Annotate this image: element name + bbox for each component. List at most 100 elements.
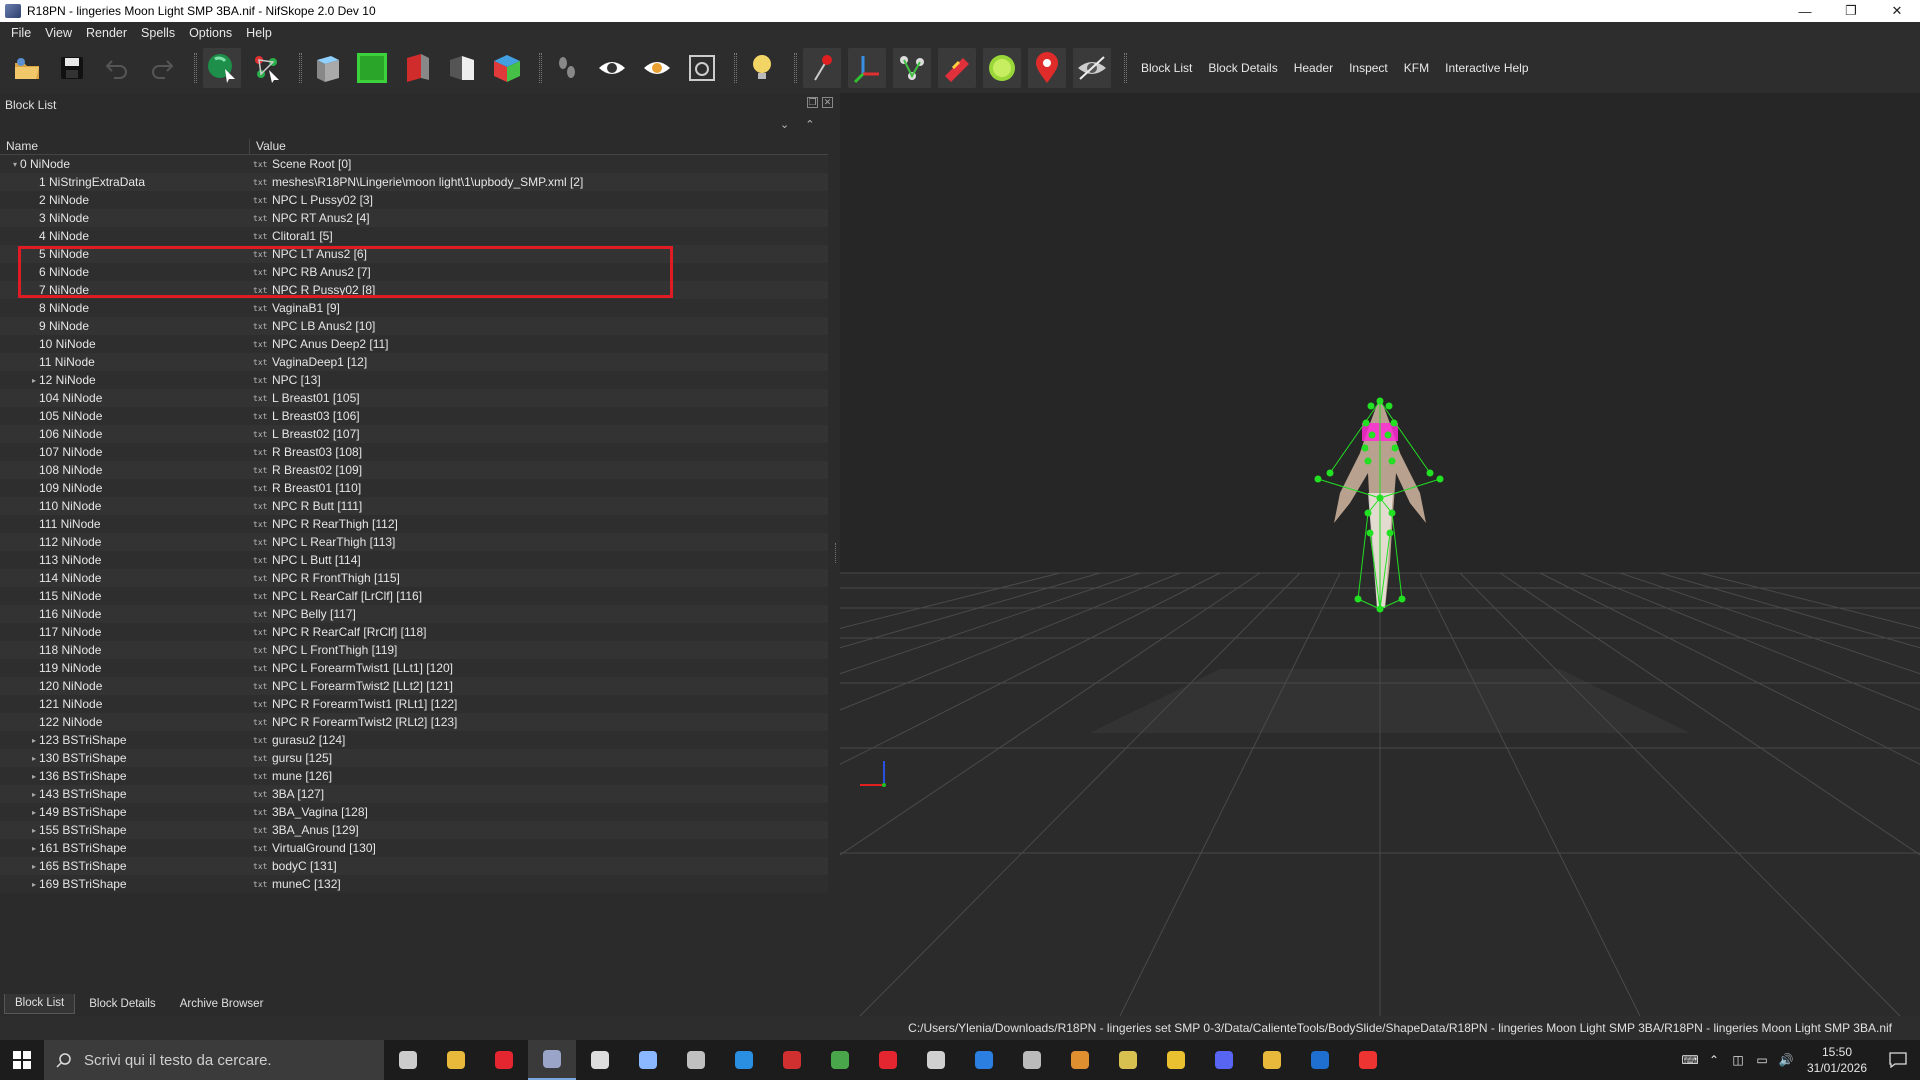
tree-row[interactable]: 120 NiNode txt NPC L ForearmTwist2 [LLt2] … — [0, 677, 828, 695]
tree-row[interactable]: 4 NiNode txt Clitoral1 [5] — [0, 227, 828, 245]
undo-icon[interactable] — [98, 48, 136, 88]
tree-row[interactable]: 1 NiStringExtraData txt meshes\R18PN\Linge… — [0, 173, 828, 191]
redo-icon[interactable] — [143, 48, 181, 88]
column-header-value[interactable]: Value — [250, 139, 828, 154]
expand-arrow-icon[interactable]: ▸ — [29, 880, 39, 889]
show-constraints-icon[interactable] — [938, 48, 976, 88]
column-header-name[interactable]: Name — [0, 139, 250, 154]
menu-file[interactable]: File — [4, 26, 38, 40]
tree-row[interactable]: 111 NiNode txt NPC R RearThigh [112] — [0, 515, 828, 533]
expand-arrow-icon[interactable]: ▸ — [29, 376, 39, 385]
tree-row[interactable]: 122 NiNode txt NPC R ForearmTwist2 [RLt2] … — [0, 713, 828, 731]
app-f-icon[interactable] — [864, 1040, 912, 1080]
close-button[interactable]: ✕ — [1874, 0, 1920, 22]
toolbar-tab-block-list[interactable]: Block List — [1133, 61, 1200, 75]
tree-row[interactable]: 105 NiNode txt L Breast03 [106] — [0, 407, 828, 425]
tree-row[interactable]: 113 NiNode txt NPC L Butt [114] — [0, 551, 828, 569]
arrow-app-icon[interactable] — [912, 1040, 960, 1080]
expand-arrow-icon[interactable]: ▸ — [29, 754, 39, 763]
tree-row[interactable]: ▸ 130 BSTriShape txt gursu [125] — [0, 749, 828, 767]
discord-icon[interactable] — [1200, 1040, 1248, 1080]
keyboard-app-icon[interactable] — [1008, 1040, 1056, 1080]
notepad-icon[interactable] — [816, 1040, 864, 1080]
expand-arrow-icon[interactable]: ▸ — [29, 844, 39, 853]
tree-row[interactable]: 106 NiNode txt L Breast02 [107] — [0, 425, 828, 443]
notification-icon[interactable] — [1876, 1040, 1920, 1080]
meet-now-icon[interactable]: ◫ — [1726, 1040, 1750, 1080]
collapse-all-icon[interactable]: ⌃ — [805, 118, 814, 131]
tree-row[interactable]: ▸ 165 BSTriShape txt bodyC [131] — [0, 857, 828, 875]
menu-view[interactable]: View — [38, 26, 79, 40]
show-havok-icon[interactable] — [983, 48, 1021, 88]
network-icon[interactable]: ▭ — [1750, 1040, 1774, 1080]
blue-app-icon[interactable] — [1296, 1040, 1344, 1080]
tree-row[interactable]: ▸ 161 BSTriShape txt VirtualGround [130] — [0, 839, 828, 857]
chevron-up-icon[interactable]: ⌃ — [1702, 1040, 1726, 1080]
tree-row[interactable]: 11 NiNode txt VaginaDeep1 [12] — [0, 353, 828, 371]
close-panel-icon[interactable]: ✕ — [822, 97, 833, 108]
tree-row[interactable]: 107 NiNode txt R Breast03 [108] — [0, 443, 828, 461]
tree-row[interactable]: 8 NiNode txt VaginaB1 [9] — [0, 299, 828, 317]
tree-row[interactable]: 117 NiNode txt NPC R RearCalf [RrClf] [118… — [0, 623, 828, 641]
menu-options[interactable]: Options — [182, 26, 239, 40]
tree-row[interactable]: 9 NiNode txt NPC LB Anus2 [10] — [0, 317, 828, 335]
dock-tab-block-details[interactable]: Block Details — [79, 995, 165, 1014]
tree-row[interactable]: 116 NiNode txt NPC Belly [117] — [0, 605, 828, 623]
expand-arrow-icon[interactable]: ▸ — [29, 826, 39, 835]
menu-spells[interactable]: Spells — [134, 26, 182, 40]
task-view-icon[interactable] — [384, 1040, 432, 1080]
toolbar-tab-interactive-help[interactable]: Interactive Help — [1437, 61, 1536, 75]
globe-app-icon[interactable] — [672, 1040, 720, 1080]
red-app-icon[interactable] — [1344, 1040, 1392, 1080]
show-furniture-icon[interactable] — [1028, 48, 1066, 88]
tree-row[interactable]: ▸ 123 BSTriShape txt gurasu2 [124] — [0, 731, 828, 749]
tree-row[interactable]: 114 NiNode txt NPC R FrontThigh [115] — [0, 569, 828, 587]
footprint-icon[interactable] — [548, 48, 586, 88]
tree-row[interactable]: 118 NiNode txt NPC L FrontThigh [119] — [0, 641, 828, 659]
nifskope-icon[interactable] — [528, 1040, 576, 1080]
tree-row[interactable]: 119 NiNode txt NPC L ForearmTwist1 [LLt1] … — [0, 659, 828, 677]
expand-arrow-icon[interactable]: ▸ — [29, 790, 39, 799]
sticky-app-icon[interactable] — [1248, 1040, 1296, 1080]
screenshot-icon[interactable] — [683, 48, 721, 88]
select-object-icon[interactable] — [203, 48, 241, 88]
3d-viewport[interactable] — [840, 93, 1920, 1016]
minimize-button[interactable]: — — [1782, 0, 1828, 22]
tree-row[interactable]: 6 NiNode txt NPC RB Anus2 [7] — [0, 263, 828, 281]
view-walk-icon[interactable] — [488, 48, 526, 88]
save-icon[interactable] — [53, 48, 91, 88]
volume-icon[interactable]: 🔊 — [1774, 1040, 1798, 1080]
terminal-icon[interactable] — [576, 1040, 624, 1080]
toolbar-tab-header[interactable]: Header — [1286, 61, 1341, 75]
lighting-bulb-icon[interactable] — [743, 48, 781, 88]
tree-row[interactable]: 3 NiNode txt NPC RT Anus2 [4] — [0, 209, 828, 227]
clock[interactable]: 15:50 31/01/2026 — [1798, 1044, 1876, 1076]
tree-row[interactable]: 109 NiNode txt R Breast01 [110] — [0, 479, 828, 497]
opera-icon[interactable] — [480, 1040, 528, 1080]
tree-row[interactable]: ▾ 0 NiNode txt Scene Root [0] — [0, 155, 828, 173]
expand-arrow-icon[interactable]: ▸ — [29, 772, 39, 781]
tree-row[interactable]: ▸ 169 BSTriShape txt muneC [132] — [0, 875, 828, 893]
tree-row[interactable]: 110 NiNode txt NPC R Butt [111] — [0, 497, 828, 515]
pen-tool-icon[interactable] — [624, 1040, 672, 1080]
tree-row[interactable]: ▸ 12 NiNode txt NPC [13] — [0, 371, 828, 389]
tree-row[interactable]: 5 NiNode txt NPC LT Anus2 [6] — [0, 245, 828, 263]
folder-app-icon[interactable] — [1104, 1040, 1152, 1080]
show-nodes-icon[interactable] — [893, 48, 931, 88]
tree-row[interactable]: 115 NiNode txt NPC L RearCalf [LrClf] [116… — [0, 587, 828, 605]
store-icon[interactable] — [720, 1040, 768, 1080]
tree-row[interactable]: 10 NiNode txt NPC Anus Deep2 [11] — [0, 335, 828, 353]
expand-all-icon[interactable]: ⌄ — [780, 118, 789, 131]
view-user-icon[interactable] — [443, 48, 481, 88]
file-explorer-icon[interactable] — [432, 1040, 480, 1080]
toolbar-tab-inspect[interactable]: Inspect — [1341, 61, 1396, 75]
taskbar-search[interactable]: Scrivi qui il testo da cercare. — [44, 1040, 384, 1080]
show-hidden-objects-icon[interactable] — [1073, 48, 1111, 88]
gear-app-icon[interactable] — [768, 1040, 816, 1080]
game-app-icon[interactable] — [1056, 1040, 1104, 1080]
window-app-icon[interactable] — [960, 1040, 1008, 1080]
keyboard-layout-icon[interactable]: ⌨ — [1678, 1040, 1702, 1080]
tree-row[interactable]: ▸ 136 BSTriShape txt mune [126] — [0, 767, 828, 785]
menu-help[interactable]: Help — [239, 26, 279, 40]
toolbar-tab-block-details[interactable]: Block Details — [1200, 61, 1285, 75]
